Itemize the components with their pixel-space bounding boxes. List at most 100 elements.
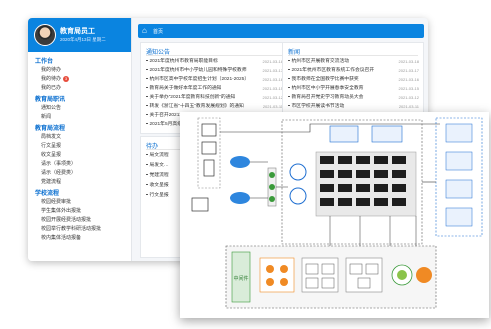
menu-section-workbench[interactable]: 工作台 <box>35 56 53 65</box>
list-item[interactable]: 2021年度杭州市中小学幼儿园和特殊学校教师 2021-03-17 <box>146 67 283 74</box>
security-icon <box>269 172 275 178</box>
sidebar: 教育局员工 2020年4月13日 星期二 工作台 我的待办 我的待办 3 我的已办… <box>28 18 132 261</box>
menu-item-notices[interactable]: 通知公告 <box>41 104 61 111</box>
architecture-diagram: 中间件 <box>180 112 489 318</box>
cache-node-icon <box>305 277 319 289</box>
list-item-date: 2021-03-17 <box>398 68 419 73</box>
list-item[interactable]: 杭州市区高中学校年度招生计划（2021-2025） 2021-03-16 <box>146 76 283 83</box>
menu-section-school-flow[interactable]: 学校流程 <box>35 188 59 197</box>
cache-node-icon <box>321 277 335 289</box>
server-rack-icon <box>392 198 406 206</box>
server-rack-icon <box>356 198 370 206</box>
menu-item-school-1[interactable]: 校园经费审批 <box>41 198 71 205</box>
menu-item-label: 党建流程 <box>41 179 62 185</box>
list-item-text: 杭州市区高中学校年度招生计划（2021-2025） <box>149 77 250 82</box>
bullet-icon <box>146 113 148 116</box>
database-cluster-box <box>259 257 295 293</box>
list-item[interactable]: 我市教师在全国教学比赛中获奖 2021-03-16 <box>288 76 419 83</box>
cache-node-icon <box>321 263 335 275</box>
list-item-date: 2021-03-11 <box>398 104 419 109</box>
menu-item-school-3[interactable]: 校园开展经费活动报批 <box>41 216 91 223</box>
list-item[interactable]: 杭州市区中小学开展春季安全教育 2021-03-15 <box>288 85 419 92</box>
cloud-icon <box>230 192 250 204</box>
list-item[interactable]: 市区学校开展读书节活动 2021-03-11 <box>288 103 419 110</box>
menu-item-flow-5[interactable]: 请示（经费类） <box>41 169 76 176</box>
bullet-icon <box>146 173 148 176</box>
menu-item-done[interactable]: 我的已办 <box>41 84 61 91</box>
cache-node-icon <box>305 263 319 275</box>
server-rack-icon <box>356 170 370 178</box>
home-icon[interactable]: ⌂ <box>142 26 151 35</box>
list-item-text: 党建流程 <box>149 173 169 178</box>
middleware-label: 中间件 <box>233 275 248 282</box>
main-header: ⌂ 首页 <box>138 24 424 38</box>
list-item-text: 教育局召开党史学习教育动员大会 <box>291 95 364 100</box>
list-item-text: 收文呈报 <box>149 183 169 188</box>
sms-service-node <box>445 123 473 143</box>
list-item[interactable]: 转发《浙江省“十四五”教育发展规划》的通知 2021-03-11 <box>146 103 283 110</box>
menu-item-label: 新闻 <box>41 114 52 120</box>
search-node-icon <box>365 263 379 275</box>
list-item-date: 2021-03-15 <box>398 86 419 91</box>
bullet-icon <box>146 153 148 156</box>
printer-icon <box>191 197 209 212</box>
list-item-date: 2021-03-11 <box>262 104 283 109</box>
bullet-icon <box>288 95 290 98</box>
server-rack-icon <box>338 156 352 164</box>
bullet-icon <box>146 122 148 125</box>
menu-item-label: 校园开展经费活动报批 <box>41 217 92 223</box>
list-item-text: 我市教师在全国教学比赛中获奖 <box>291 77 359 82</box>
menu-item-label: 行文呈报 <box>41 143 62 149</box>
bullet-icon <box>288 86 290 89</box>
list-item-date: 2021-03-16 <box>398 77 419 82</box>
menu-item-label: 请示（事项类） <box>41 161 77 167</box>
bullet-icon <box>146 86 148 89</box>
user-name: 教育局员工 <box>60 28 95 35</box>
list-item[interactable]: 2021年度杭州市教育局职能目标 2021-03-18 <box>146 58 283 65</box>
avatar[interactable] <box>34 24 56 46</box>
menu-item-school-4[interactable]: 校园举行教学科研活动报批 <box>41 225 101 232</box>
search-node-icon <box>357 277 371 289</box>
server-rack-icon <box>338 198 352 206</box>
menu-item-todo[interactable]: 我的待办 <box>41 66 61 73</box>
list-item-text: 教育局关于做好本年度工作的通知 <box>149 86 222 91</box>
server-rack-icon <box>392 170 406 178</box>
menu-item-flow-6[interactable]: 党建流程 <box>41 178 61 185</box>
cluster-hub-icon <box>416 267 432 283</box>
database-icon <box>266 278 274 286</box>
menu-section-bureau-flow[interactable]: 教育局流程 <box>35 123 65 132</box>
home-tab[interactable]: 首页 <box>153 28 163 35</box>
menu-item-flow-4[interactable]: 请示（事项类） <box>41 160 76 167</box>
list-item[interactable]: 2021年杭州市区教育系统工作会议召开 2021-03-17 <box>288 67 419 74</box>
server-rack-icon <box>320 198 334 206</box>
list-item-date: 2021-03-12 <box>398 95 419 100</box>
menu-section-bureau-news[interactable]: 教育局职讯 <box>35 94 65 103</box>
link-line <box>329 216 417 246</box>
docker-icon <box>445 207 473 227</box>
menu-item-label: 我的已办 <box>41 85 62 91</box>
menu-item-school-2[interactable]: 学生集体外出报批 <box>41 207 81 214</box>
list-item[interactable]: 教育局召开党史学习教育动员大会 2021-03-12 <box>288 94 419 101</box>
menu-item-flow-3[interactable]: 收文呈报 <box>41 151 61 158</box>
list-item-text: 2021年度杭州市中小学幼儿园和特殊学校教师 <box>149 68 247 73</box>
menu-item-todo-2[interactable]: 我的待办 3 <box>41 75 70 82</box>
list-item-text: 2021年杭州市区教育系统工作会议召开 <box>291 68 375 73</box>
server-rack-icon <box>338 184 352 192</box>
database-icon <box>280 278 288 286</box>
bullet-icon <box>288 77 290 80</box>
list-item[interactable]: 教育局关于做好本年度工作的通知 2021-03-15 <box>146 85 283 92</box>
server-rack-icon <box>338 170 352 178</box>
user-date: 2020年4月13日 星期二 <box>60 37 106 42</box>
list-item-text: 局文流程 <box>149 153 169 158</box>
list-item[interactable]: 杭州市区开展教育交流活动 2021-03-18 <box>288 58 419 65</box>
app-server-icon <box>289 163 307 181</box>
bullet-icon <box>146 59 148 62</box>
menu-item-flow-1[interactable]: 局档发文 <box>41 133 61 140</box>
list-item-date: 2021-03-17 <box>262 68 283 73</box>
menu-item-label: 局档发文 <box>41 134 62 140</box>
cloud-icon <box>230 156 250 168</box>
list-item[interactable]: 关于举办“2021年度教育科技创新”的通知 2021-03-12 <box>146 94 283 101</box>
menu-item-school-5[interactable]: 校内集体活动报备 <box>41 234 81 241</box>
menu-item-news[interactable]: 新闻 <box>41 113 51 120</box>
menu-item-flow-2[interactable]: 行文呈报 <box>41 142 61 149</box>
